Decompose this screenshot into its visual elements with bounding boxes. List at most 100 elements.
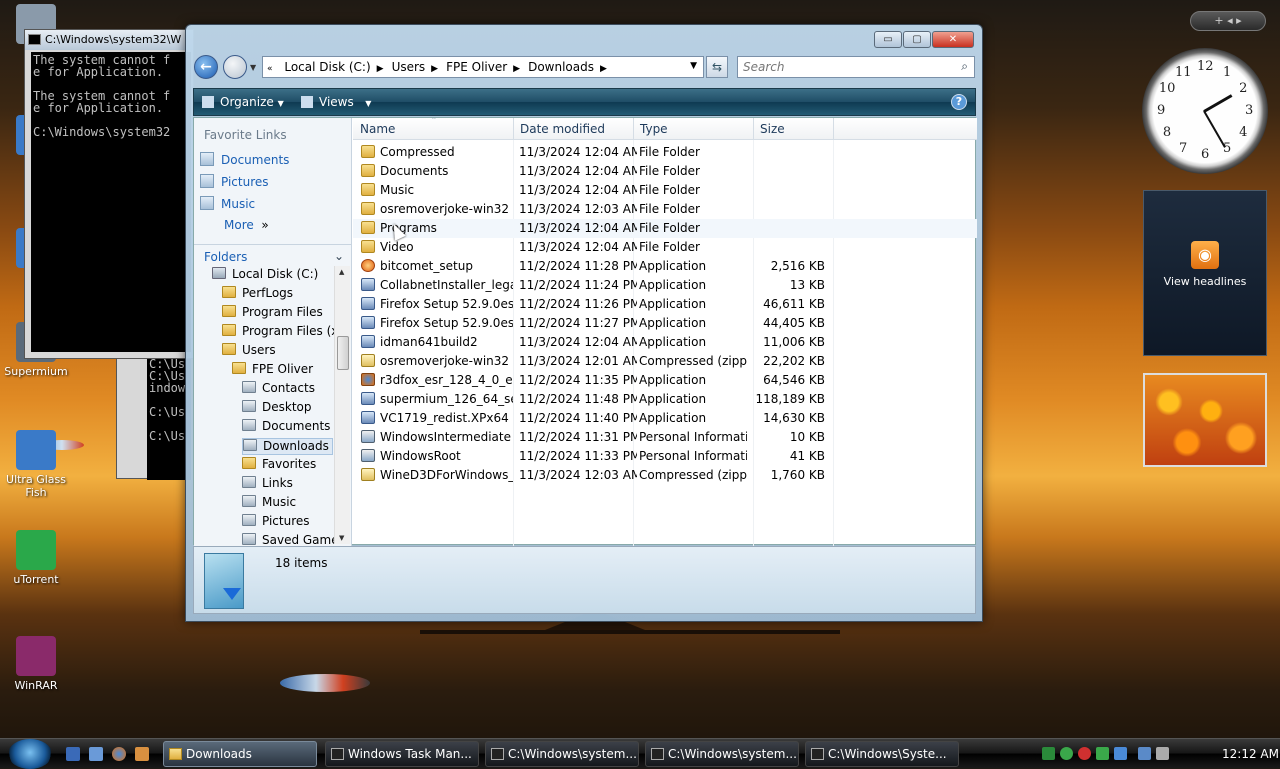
- refresh-button[interactable]: ⇆: [706, 56, 728, 78]
- column-divider[interactable]: [513, 118, 514, 140]
- file-row[interactable]: CollabnetInstaller_lega... 11/2/2024 11:2…: [353, 276, 977, 295]
- desktop-icon[interactable]: uTorrent: [0, 530, 72, 586]
- file-row[interactable]: r3dfox_esr_128_4_0_en_... 11/2/2024 11:35…: [353, 371, 977, 390]
- address-root-chevron[interactable]: «: [267, 64, 273, 74]
- file-row[interactable]: bitcomet_setup 11/2/2024 11:28 PM Applicat…: [353, 257, 977, 276]
- tree-item[interactable]: Contacts: [242, 381, 315, 395]
- breadcrumb-chevron-icon[interactable]: ▶: [600, 64, 607, 74]
- feed-headlines-gadget[interactable]: ◉ View headlines: [1143, 190, 1267, 356]
- organize-button[interactable]: Organize ▼: [202, 95, 284, 109]
- file-row[interactable]: Programs 11/3/2024 12:04 AM File Folder: [353, 219, 977, 238]
- tree-item[interactable]: FPE Oliver: [232, 362, 313, 376]
- maximize-button[interactable]: ▢: [903, 31, 931, 48]
- minimize-button[interactable]: ▭: [874, 31, 902, 48]
- console-window-back[interactable]: C:\Us C:\Us indow C:\Us C:\Us: [116, 355, 191, 480]
- scroll-down-icon[interactable]: ▼: [339, 534, 344, 542]
- tray-app-icon[interactable]: [1096, 747, 1109, 760]
- breadcrumb-chevron-icon[interactable]: ▶: [431, 64, 438, 74]
- file-row[interactable]: osremoverjoke-win32 11/3/2024 12:01 AM Com…: [353, 352, 977, 371]
- taskbar-button[interactable]: C:\Windows\system...: [485, 741, 639, 767]
- firefox-icon[interactable]: [112, 747, 126, 761]
- close-button[interactable]: ✕: [932, 31, 974, 48]
- tree-item[interactable]: Program Files (x8: [222, 324, 346, 338]
- column-type[interactable]: Type: [640, 122, 668, 136]
- breadcrumb-chevron-icon[interactable]: ▶: [513, 64, 520, 74]
- file-row[interactable]: Compressed 11/3/2024 12:04 AM File Folder: [353, 143, 977, 162]
- file-row[interactable]: Documents 11/3/2024 12:04 AM File Folder: [353, 162, 977, 181]
- views-button[interactable]: Views ▼: [301, 95, 371, 109]
- breadcrumb-segment[interactable]: Users: [392, 60, 426, 74]
- tray-display-icon[interactable]: [1138, 747, 1151, 760]
- file-row[interactable]: osremoverjoke-win32 11/3/2024 12:03 AM Fil…: [353, 200, 977, 219]
- favorite-link-documents[interactable]: Documents: [200, 152, 289, 167]
- file-row[interactable]: WindowsRoot 11/2/2024 11:33 PM Personal In…: [353, 447, 977, 466]
- tray-app-icon-2[interactable]: [1114, 747, 1127, 760]
- file-row[interactable]: WineD3DForWindows_... 11/3/2024 12:03 AM C…: [353, 466, 977, 485]
- file-row[interactable]: WindowsIntermediate 11/2/2024 11:31 PM Per…: [353, 428, 977, 447]
- console-window[interactable]: C:\Windows\system32\W The system cannot …: [24, 29, 194, 359]
- column-date[interactable]: Date modified: [520, 122, 605, 136]
- tree-item[interactable]: Local Disk (C:): [212, 267, 318, 281]
- favorite-links-more[interactable]: More »: [224, 218, 269, 232]
- address-bar[interactable]: « Local Disk (C:) ▶ Users ▶ FPE Oliver ▶ Downl…: [262, 56, 704, 78]
- slideshow-gadget[interactable]: [1143, 373, 1267, 467]
- tree-item[interactable]: Downloads: [242, 438, 333, 455]
- scroll-up-icon[interactable]: ▲: [339, 268, 344, 276]
- tray-error-icon[interactable]: [1078, 747, 1091, 760]
- file-row[interactable]: supermium_126_64_set... 11/2/2024 11:48 P…: [353, 390, 977, 409]
- clock-time[interactable]: 12:12 AM: [1222, 747, 1279, 761]
- column-size[interactable]: Size: [760, 122, 785, 136]
- console-titlebar[interactable]: C:\Windows\system32\W: [25, 30, 193, 50]
- view-headlines-label[interactable]: View headlines: [1144, 275, 1266, 288]
- folder-tree-scrollbar[interactable]: ▲ ▼: [334, 266, 350, 544]
- tree-item[interactable]: Pictures: [242, 514, 310, 528]
- column-divider[interactable]: [633, 118, 634, 140]
- tree-item[interactable]: Users: [222, 343, 276, 357]
- show-desktop-icon[interactable]: [66, 747, 80, 761]
- back-button[interactable]: ←: [194, 55, 218, 79]
- tray-network-icon[interactable]: [1042, 747, 1055, 760]
- tray-utorrent-icon[interactable]: [1060, 747, 1073, 760]
- desktop-icon[interactable]: Ultra Glass Fish: [0, 430, 72, 499]
- folders-toggle[interactable]: Folders ⌄: [194, 244, 352, 266]
- tree-item[interactable]: Favorites: [242, 457, 316, 471]
- start-button[interactable]: [8, 739, 52, 769]
- column-divider[interactable]: [833, 118, 834, 140]
- file-row[interactable]: Firefox Setup 52.9.0esr 11/2/2024 11:26 P…: [353, 295, 977, 314]
- taskbar-button[interactable]: C:\Windows\Syste...: [805, 741, 959, 767]
- favorite-link-pictures[interactable]: Pictures: [200, 174, 269, 189]
- tree-item[interactable]: Documents: [242, 419, 330, 433]
- quicklaunch-icon[interactable]: [135, 747, 149, 761]
- recent-pages-dropdown[interactable]: ▼: [250, 63, 256, 72]
- breadcrumb-segment[interactable]: Downloads: [528, 60, 594, 74]
- switch-windows-icon[interactable]: [89, 747, 103, 761]
- taskbar-button[interactable]: Downloads: [163, 741, 317, 767]
- file-row[interactable]: Video 11/3/2024 12:04 AM File Folder: [353, 238, 977, 257]
- help-button[interactable]: ?: [951, 94, 967, 110]
- file-row[interactable]: VC1719_redist.XPx64 11/2/2024 11:40 PM App…: [353, 409, 977, 428]
- tree-item[interactable]: Music: [242, 495, 296, 509]
- desktop-icon[interactable]: WinRAR: [0, 636, 72, 692]
- breadcrumb-chevron-icon[interactable]: ▶: [377, 64, 384, 74]
- tree-item[interactable]: Links: [242, 476, 293, 490]
- address-dropdown[interactable]: ▼: [690, 61, 697, 71]
- column-divider[interactable]: [753, 118, 754, 140]
- tree-item[interactable]: PerfLogs: [222, 286, 293, 300]
- taskbar-button[interactable]: Windows Task Man...: [325, 741, 479, 767]
- favorite-link-music[interactable]: Music: [200, 196, 255, 211]
- tree-item[interactable]: Program Files: [222, 305, 323, 319]
- breadcrumb-segment[interactable]: FPE Oliver: [446, 60, 507, 74]
- volume-mute-icon[interactable]: [1156, 747, 1169, 760]
- file-row[interactable]: Firefox Setup 52.9.0esr(1) 11/2/2024 11:2…: [353, 314, 977, 333]
- search-icon[interactable]: ⌕: [961, 59, 968, 74]
- search-input[interactable]: Search ⌕: [737, 56, 975, 78]
- taskbar-button[interactable]: C:\Windows\system...: [645, 741, 799, 767]
- file-row[interactable]: Music 11/3/2024 12:04 AM File Folder: [353, 181, 977, 200]
- tree-item[interactable]: Saved Games: [242, 533, 345, 546]
- column-name[interactable]: Name: [360, 122, 395, 136]
- breadcrumb-segment[interactable]: Local Disk (C:): [284, 60, 370, 74]
- sidebar-controls[interactable]: + ◂ ▸: [1190, 11, 1266, 31]
- tree-item[interactable]: Desktop: [242, 400, 312, 414]
- forward-button[interactable]: [223, 55, 247, 79]
- scrollbar-thumb[interactable]: [337, 336, 349, 370]
